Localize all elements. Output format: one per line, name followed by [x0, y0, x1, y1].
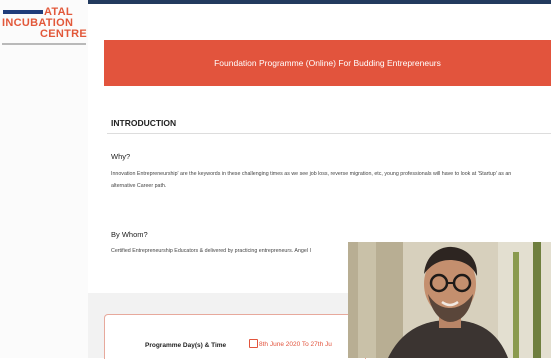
calendar-icon	[249, 339, 258, 348]
atal-incubation-centre-logo[interactable]: ATAL INCUBATION CENTRE	[2, 4, 90, 50]
webcam-image	[348, 242, 551, 358]
introduction-heading: INTRODUCTION	[111, 118, 177, 128]
programme-date: 8th June 2020 To 27th Ju	[259, 341, 332, 348]
by-whom-paragraph: Certified Entrepreneurship Educators & d…	[111, 248, 311, 254]
programme-days-label: Programme Day(s) & Time	[145, 342, 227, 349]
webcam-video-overlay[interactable]	[348, 242, 551, 358]
section-divider	[107, 133, 551, 134]
left-gutter	[0, 0, 88, 358]
logo-subtext	[2, 43, 86, 45]
programme-title-banner: Foundation Programme (Online) For Buddin…	[104, 40, 551, 86]
why-paragraph: Innovation Entrepreneurship' are the key…	[111, 171, 512, 189]
by-whom-label: By Whom?	[111, 230, 148, 239]
logo-tagline-mark	[3, 10, 43, 14]
logo-line-3: CENTRE	[40, 28, 88, 40]
why-label: Why?	[111, 152, 131, 161]
programme-title: Foundation Programme (Online) For Buddin…	[214, 58, 441, 68]
schedule-card: Programme Day(s) & Time 8th June 2020 To…	[104, 314, 366, 359]
